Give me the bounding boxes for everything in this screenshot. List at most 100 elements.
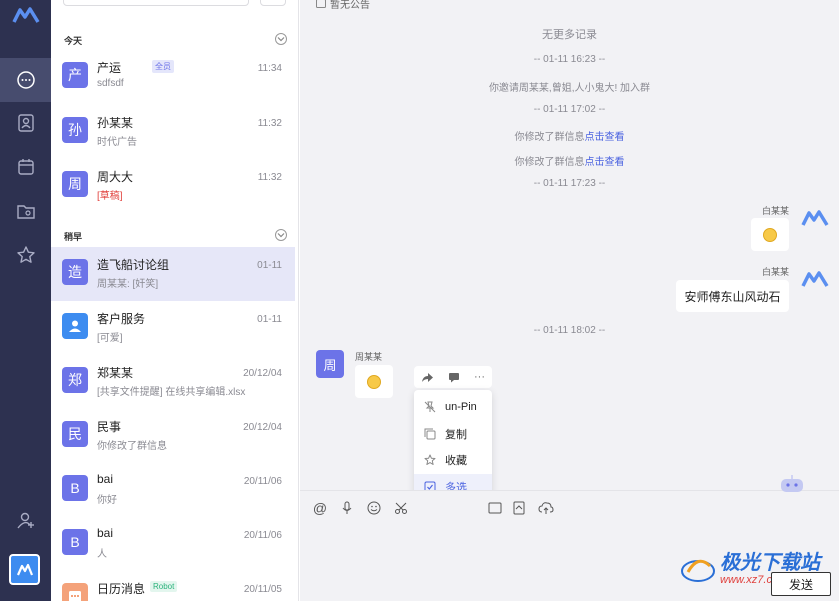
user-icon [69,320,81,332]
image-button[interactable] [487,500,503,516]
nav-contacts[interactable] [0,101,51,145]
menu-item-unpin[interactable]: un-Pin [414,394,492,421]
system-message: 你修改了群信息点击查看 [300,153,839,168]
group-notice[interactable]: 暂无公告 [316,0,370,11]
conversation-preview: 周某某: [奸笑] [97,279,159,290]
conversation-item[interactable]: 民 民事 你修改了群信息 20/12/04 [51,409,295,463]
conversation-name: 周大大 [97,170,134,184]
section-toggle-today[interactable] [275,33,287,45]
bot-icon[interactable] [779,474,805,494]
conversation-name: bai [97,472,114,486]
system-text: 你修改了群信息 [514,132,585,143]
mention-button[interactable]: @ [312,500,328,516]
conversation-item[interactable]: B bai 人 20/11/06 [51,517,295,571]
search-input[interactable] [63,0,249,6]
menu-item-favorite[interactable]: 收藏 [414,447,492,474]
watermark-title: 极光下载站 [720,552,820,574]
image-icon [488,502,502,514]
more-icon[interactable]: ··· [474,371,485,383]
add-button[interactable] [260,0,286,6]
nav-calendar[interactable] [0,145,51,189]
view-link[interactable]: 点击查看 [585,157,625,168]
scissors-icon [395,502,407,514]
nav-favorites[interactable] [0,233,51,277]
conversation-preview: 你修改了群信息 [97,441,167,452]
draft-label: [草稿] [97,191,123,202]
conversation-preview: [可爱] [97,333,123,344]
star-icon [424,454,436,466]
upload-button[interactable] [538,500,554,516]
no-more-records: 无更多记录 [542,29,597,41]
menu-item-label: un-Pin [445,401,477,414]
message-bubble[interactable] [751,218,789,251]
conversation-item[interactable]: 客户服务 [可爱] 01-11 [51,301,295,355]
avatar[interactable]: 周 [316,350,344,378]
conversation-preview: [共享文件提醒] 在线共享编辑.xlsx [97,387,246,398]
conversation-name: 客户服务 [97,312,146,326]
conversation-time: 20/11/06 [243,476,282,487]
conversation-item[interactable]: 郑 郑某某 [共享文件提醒] 在线共享编辑.xlsx 20/12/04 [51,355,295,409]
time-divider: -- 01-11 18:02 -- [533,325,606,336]
nav-add-contact[interactable] [0,498,51,542]
smirk-emoji-icon [367,374,381,389]
conversation-item[interactable]: 造 造飞船讨论组 周某某: [奸笑] 01-11 [51,247,295,301]
conversation-preview: 时代广告 [97,137,137,148]
screenshot-button[interactable] [393,500,409,516]
app-icon [16,563,33,575]
document-button[interactable] [511,500,527,516]
forward-icon[interactable] [421,372,434,383]
conversation-item[interactable]: B bai 你好 20/11/06 [51,463,295,517]
app-button[interactable] [9,554,40,585]
chevron-down-icon [277,233,285,238]
time-divider: -- 01-11 17:02 -- [533,104,606,115]
mention-icon: @ [312,500,328,516]
menu-item-copy[interactable]: 复制 [414,421,492,448]
message-bubble[interactable] [355,365,393,398]
conversation-item[interactable]: 产 产运 全员 sdfsdf 11:34 [51,50,295,104]
sender-name: 白某某 [762,206,790,216]
conversation-preview: [草稿] [97,187,123,202]
send-button[interactable]: 发送 [771,572,831,596]
nav-files[interactable] [0,189,51,233]
cloud-upload-icon [538,502,554,514]
voice-button[interactable] [339,500,355,516]
own-avatar-icon[interactable] [801,204,829,232]
menu-item-label: 复制 [445,428,467,441]
smile-emoji-icon [763,227,777,242]
system-text: 你修改了群信息 [514,157,585,168]
conversation-item[interactable]: 日历消息 Robot 20/11/05 [51,571,295,601]
own-avatar-icon[interactable] [801,265,829,293]
section-earlier: 稍早 [64,232,83,242]
section-toggle-earlier[interactable] [275,229,287,241]
favorites-icon [16,246,35,263]
conversation-time: 01-11 [257,260,282,271]
sender-name: 周某某 [355,352,383,362]
notice-text: 暂无公告 [330,0,370,11]
conversation-name: bai [97,526,114,540]
conversation-name: 民事 [97,420,122,434]
calendar-icon [17,159,34,175]
conversation-time: 11:32 [257,172,282,183]
conversation-item[interactable]: 周 周大大 [草稿] 11:32 [51,159,295,213]
view-link[interactable]: 点击查看 [585,132,625,143]
avatar [62,313,88,339]
avatar: 产 [62,62,88,88]
nav-rail [0,0,51,601]
document-icon [513,501,525,515]
conversation-name: 孙某某 [97,116,134,130]
conversation-item[interactable]: 孙 孙某某 时代广告 11:32 [51,105,295,159]
chat-icon [16,71,35,89]
conversation-preview: 你好 [97,495,117,506]
message-bubble[interactable]: 安师傅东山风动石 [676,280,789,312]
menu-item-label: 收藏 [445,455,467,468]
reply-icon[interactable] [448,372,460,383]
avatar: B [62,475,88,501]
avatar: 民 [62,421,88,447]
nav-chat[interactable] [0,58,51,102]
conversation-time: 20/11/06 [243,530,282,541]
tag-badge: 全员 [152,60,174,73]
emoji-button[interactable] [366,500,382,516]
avatar: 造 [62,259,88,285]
chevron-down-icon [277,37,285,42]
calendar-icon [69,591,81,601]
